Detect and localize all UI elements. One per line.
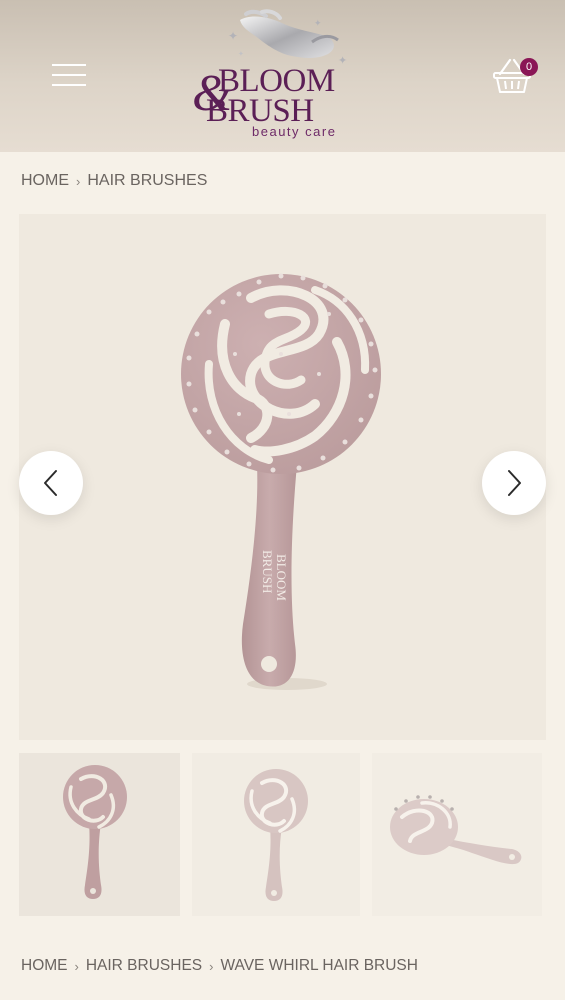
logo-wordmark: BLOOM BRUSH xyxy=(188,63,363,129)
breadcrumb-home[interactable]: HOME xyxy=(21,172,69,190)
hair-brush-image: BLOOM BRUSH xyxy=(181,273,381,690)
logo-line-2: BRUSH xyxy=(206,93,314,129)
hamburger-line xyxy=(52,64,86,66)
brand-logo[interactable]: ✦ ✦ ✦ ✦ & BLOOM BRUSH beauty care xyxy=(188,6,363,142)
svg-text:✦: ✦ xyxy=(238,50,244,58)
chevron-left-icon xyxy=(44,470,57,496)
svg-text:✦: ✦ xyxy=(228,29,238,43)
chevron-right-icon: › xyxy=(76,173,81,189)
chevron-right-icon: › xyxy=(74,958,79,974)
product-breadcrumb: HOME › HAIR BRUSHES › WAVE WHIRL HAIR BR… xyxy=(21,957,418,975)
chevron-right-icon xyxy=(508,470,521,496)
product-image-main[interactable]: BLOOM BRUSH xyxy=(19,214,546,740)
gallery-prev-button[interactable] xyxy=(19,451,83,515)
cart-count-badge: 0 xyxy=(520,58,538,76)
svg-text:✦: ✦ xyxy=(314,18,322,28)
product-thumbnail-2[interactable] xyxy=(192,753,360,916)
menu-button[interactable] xyxy=(52,62,86,88)
hamburger-line xyxy=(52,74,86,76)
breadcrumb-hair-brushes[interactable]: HAIR BRUSHES xyxy=(86,957,202,975)
breadcrumb: HOME › HAIR BRUSHES xyxy=(21,172,207,190)
thumbnail-brush-image xyxy=(390,795,522,865)
thumbnail-brush-image xyxy=(244,769,308,901)
breadcrumb-hair-brushes[interactable]: HAIR BRUSHES xyxy=(87,172,207,190)
breadcrumb-current-product: WAVE WHIRL HAIR BRUSH xyxy=(220,957,418,974)
breadcrumb-home[interactable]: HOME xyxy=(21,957,68,975)
site-header: ✦ ✦ ✦ ✦ & BLOOM BRUSH beauty care 0 xyxy=(0,0,565,152)
logo-tagline: beauty care xyxy=(252,124,337,139)
hamburger-line xyxy=(52,84,86,86)
logo-line-1: BLOOM xyxy=(218,63,335,99)
product-thumbnail-1[interactable] xyxy=(19,753,180,916)
handle-brand-text-2: BRUSH xyxy=(260,550,275,593)
gallery-next-button[interactable] xyxy=(482,451,546,515)
product-thumbnail-3[interactable] xyxy=(372,753,542,916)
handle-brand-text: BLOOM xyxy=(274,554,289,601)
thumbnail-brush-image xyxy=(63,765,127,899)
chevron-right-icon: › xyxy=(209,958,214,974)
